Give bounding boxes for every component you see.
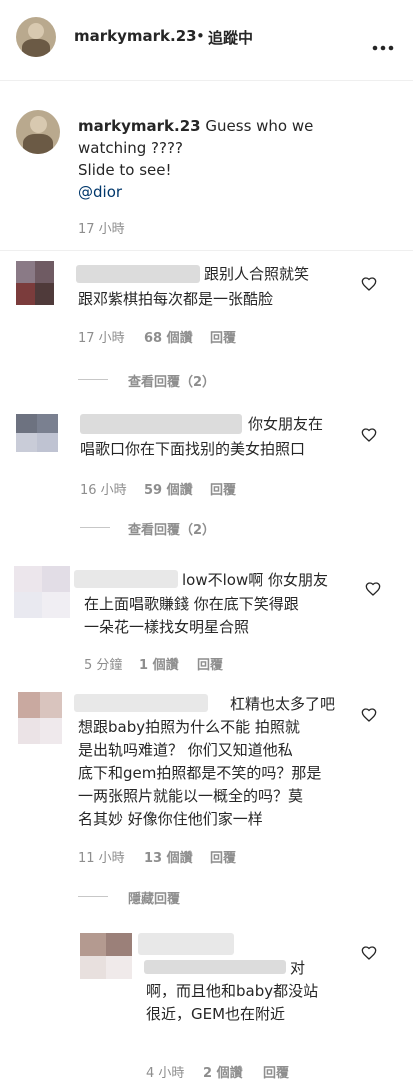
caption-mention-link[interactable]: @dior [78,183,122,201]
comment-reply-button[interactable]: 回覆 [210,327,236,346]
comment-likes[interactable]: 68 個讚 [144,327,193,346]
more-horizontal-icon[interactable] [372,36,394,51]
comment-username-blurred[interactable] [80,414,242,434]
comment-username-blurred[interactable] [74,570,178,588]
replies-divider-line [78,896,108,897]
comment-reply-button[interactable]: 回覆 [210,847,236,866]
like-heart-icon[interactable] [361,707,377,727]
header-separator: • [196,27,205,45]
reply-username-blurred[interactable] [138,933,234,955]
comment-reply-button[interactable]: 回覆 [197,654,223,673]
comment-avatar[interactable] [16,261,54,305]
comment-likes[interactable]: 13 個讚 [144,847,193,866]
caption-line2: watching ???? [78,139,183,157]
comment-username-blurred[interactable] [74,694,208,712]
comment-likes[interactable]: 1 個讚 [139,654,179,673]
caption-time: 17 小時 [78,222,125,237]
caption-avatar[interactable] [16,110,60,154]
comment-text-line2: 唱歌口你在下面找别的美女拍照口 [80,440,306,458]
comment-text-line2: 想跟baby拍照为什么不能 拍照就 [78,718,300,736]
reply-text-line3: 很近，GEM也在附近 [146,1005,286,1023]
comment-text-line1: 你女朋友在 [248,415,324,433]
comment-text-line1: 跟别人合照就笑 [204,265,310,283]
reply-likes[interactable]: 2 個讚 [203,1062,243,1081]
comment-avatar[interactable] [14,566,70,618]
comment-time: 17 小時 [78,331,125,346]
comment-text-line6: 名其妙 好像你住他们家一样 [78,810,263,828]
reply-mention-blurred[interactable] [144,960,286,974]
comment-text-line2: 跟邓紫棋拍每次都是一张酷脸 [78,290,274,308]
comment-text-line5: 一两张照片就能以一概全的吗？莫 [78,787,304,805]
comment-text-line4: 底下和gem拍照都是不笑的吗？那是 [78,764,322,782]
comment-time: 5 分鐘 [84,658,123,673]
reply-text-line2: 啊，而且他和baby都没站 [146,982,319,1000]
caption-line1: Guess who we [205,117,314,135]
like-heart-icon[interactable] [365,581,381,601]
comment-time: 11 小時 [78,851,125,866]
comment-text-line1: 杠精也太多了吧 [230,695,336,713]
like-heart-icon[interactable] [361,276,377,296]
comment-text-line2: 在上面唱歌賺錢 你在底下笑得跟 [84,595,299,613]
reply-text-line1: 对 [290,959,306,977]
like-heart-icon[interactable] [361,427,377,447]
comment-time: 16 小時 [80,483,127,498]
like-heart-icon[interactable] [361,945,377,965]
follow-status-button[interactable]: 追蹤中 [208,27,253,48]
comment-reply-button[interactable]: 回覆 [210,479,236,498]
replies-divider-line [80,527,110,528]
post-header: markymark.23 • 追蹤中 [0,0,413,81]
comment-text-line3: 是出轨吗难道？ 你们又知道他私 [78,741,293,759]
reply-avatar[interactable] [80,933,132,979]
comment-text-line3: 一朵花一樣找女明星合照 [84,618,250,636]
reply-reply-button[interactable]: 回覆 [263,1062,289,1081]
reply-time: 4 小時 [146,1066,185,1081]
section-divider [0,250,413,251]
caption-text: markymark.23 Guess who we watching ???? … [78,115,378,203]
view-replies-button[interactable]: 查看回覆（2） [128,519,215,538]
caption-line3: Slide to see! [78,161,172,179]
comment-likes[interactable]: 59 個讚 [144,479,193,498]
caption-username[interactable]: markymark.23 [78,117,201,135]
comment-username-blurred[interactable] [76,265,200,283]
header-username[interactable]: markymark.23 [74,27,197,45]
replies-divider-line [78,379,108,380]
profile-avatar[interactable] [16,17,56,57]
view-replies-button[interactable]: 查看回覆（2） [128,371,215,390]
comment-text-line1: low不low啊 你女朋友 [182,571,328,589]
hide-replies-button[interactable]: 隱藏回覆 [128,888,180,907]
comment-avatar[interactable] [16,414,58,452]
comment-avatar[interactable] [18,692,62,744]
